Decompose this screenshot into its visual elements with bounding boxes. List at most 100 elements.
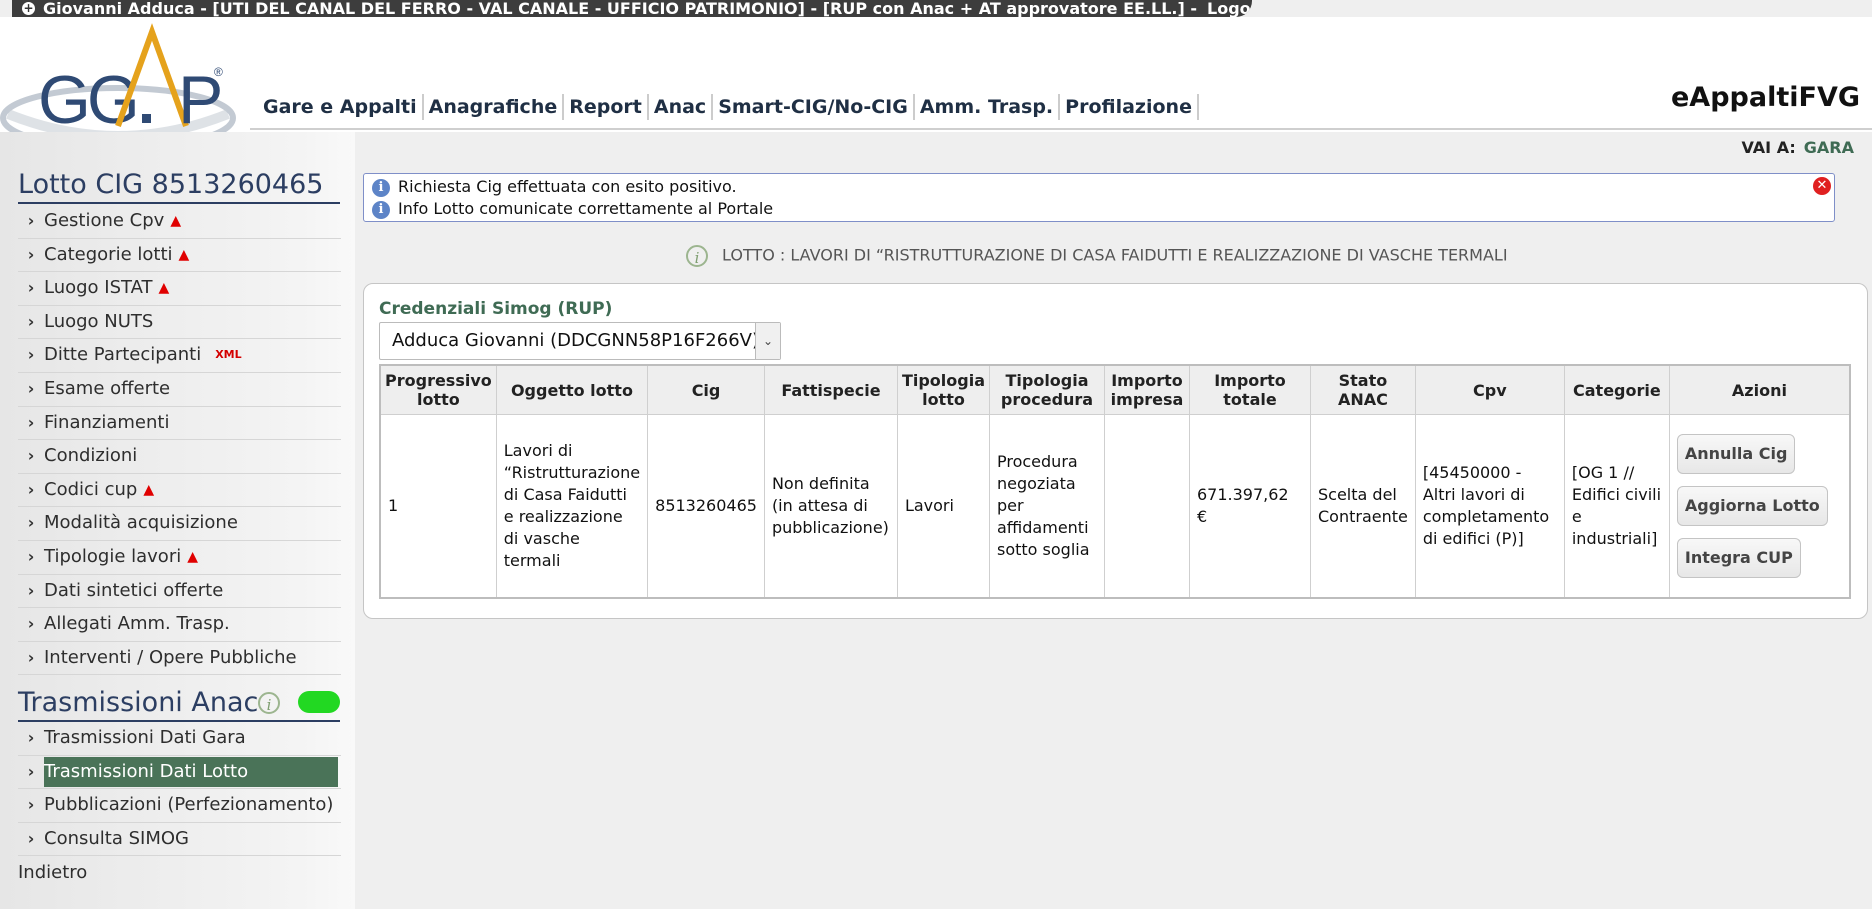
chevron-right-icon: › <box>27 412 35 432</box>
sidebar-item-modalita-acquisizione[interactable]: › Modalità acquisizione <box>18 507 341 541</box>
chevron-right-icon: › <box>27 278 35 298</box>
brand-title: eAppaltiFVG <box>1671 82 1860 113</box>
aggiorna-lotto-button[interactable]: Aggiorna Lotto <box>1676 486 1828 526</box>
warning-icon: ▲ <box>143 481 155 498</box>
lotto-title-text: LOTTO : LAVORI DI “RISTRUTTURAZIONE DI C… <box>722 245 1508 265</box>
message-row: i Richiesta Cig effettuata con esito posi… <box>372 176 737 198</box>
sidebar-item-codici-cup[interactable]: › Codici cup ▲ <box>18 474 341 508</box>
user-info: Giovanni Adduca - [UTI DEL CANAL DEL FER… <box>43 0 1198 17</box>
col-header-azioni: Azioni <box>1668 364 1851 415</box>
col-header-progressivo: Progressivo lotto <box>379 364 497 415</box>
credenziali-select[interactable]: Adduca Giovanni (DDCGNN58P16F266V) ⌄ <box>379 322 781 360</box>
col-header-tipologia-procedura: Tipologia procedura <box>989 364 1105 415</box>
sidebar-item-ditte-partecipanti[interactable]: › Ditte Partecipanti XML <box>18 339 341 373</box>
chevron-right-icon: › <box>27 345 35 365</box>
cell-stato-anac: Scelta del Contraente <box>1310 414 1416 599</box>
warning-icon: ▲ <box>187 548 198 565</box>
back-link[interactable]: Indietro <box>18 862 87 883</box>
sidebar-item-consulta-simog[interactable]: › Consulta SIMOG <box>18 823 341 857</box>
chevron-right-icon: › <box>27 311 35 331</box>
chevron-right-icon: › <box>27 446 35 466</box>
sidebar-section-title-trasmissioni: Trasmissioni Anac <box>18 686 340 722</box>
vai-a: VAI A: GARA <box>1742 138 1855 157</box>
col-header-cig: Cig <box>647 364 765 415</box>
sidebar-item-luogo-nuts[interactable]: › Luogo NUTS <box>18 306 341 340</box>
sidebar-item-luogo-istat[interactable]: › Luogo ISTAT ▲ <box>18 272 341 306</box>
col-header-tipologia-lotto: Tipologia lotto <box>896 364 991 415</box>
nav-anac[interactable]: Anac <box>649 94 714 120</box>
info-icon: i <box>686 245 708 267</box>
chevron-right-icon: › <box>27 211 35 230</box>
sidebar-item-trasmissioni-dati-gara[interactable]: › Trasmissioni Dati Gara <box>18 722 341 756</box>
lotto-title: i LOTTO : LAVORI DI “RISTRUTTURAZIONE DI … <box>686 245 1508 267</box>
vai-a-gara-link[interactable]: GARA <box>1804 138 1854 157</box>
info-icon: i <box>372 200 390 219</box>
sidebar-item-esame-offerte[interactable]: › Esame offerte <box>18 373 341 407</box>
chevron-right-icon: › <box>27 614 35 634</box>
chevron-right-icon: › <box>27 378 35 398</box>
sidebar-item-pubblicazioni[interactable]: › Pubblicazioni (Perfezionamento) <box>18 789 341 823</box>
cell-categorie: [OG 1 // Edifici civili e industriali] <box>1563 414 1670 599</box>
sidebar-item-categorie-lotti[interactable]: › Categorie lotti ▲ <box>18 239 341 273</box>
credenziali-label: Credenziali Simog (RUP) <box>379 299 613 319</box>
integra-cup-button[interactable]: Integra CUP <box>1676 538 1801 578</box>
chevron-down-icon[interactable]: ⌄ <box>755 323 780 359</box>
chevron-right-icon: › <box>27 795 35 815</box>
nav-gare-e-appalti[interactable]: Gare e Appalti <box>258 94 424 120</box>
chevron-right-icon: › <box>27 479 35 499</box>
annulla-cig-button[interactable]: Annulla Cig <box>1676 434 1796 474</box>
chevron-right-icon: › <box>27 546 35 566</box>
warning-icon: ▲ <box>158 280 170 297</box>
cell-progressivo: 1 <box>379 414 497 599</box>
sidebar-item-gestione-cpv[interactable]: › Gestione Cpv ▲ <box>18 205 341 239</box>
sidebar-item-allegati-amm-trasp[interactable]: › Allegati Amm. Trasp. <box>18 608 341 642</box>
status-toggle-green[interactable] <box>298 691 340 713</box>
col-header-importo-totale: Importo totale <box>1189 364 1311 415</box>
nav-smart-cig[interactable]: Smart-CIG/No-CIG <box>713 94 915 120</box>
col-header-categorie: Categorie <box>1563 364 1670 415</box>
sidebar-item-interventi-opere[interactable]: › Interventi / Opere Pubbliche <box>18 642 341 676</box>
col-header-cpv: Cpv <box>1414 364 1565 415</box>
chevron-right-icon: › <box>27 647 35 667</box>
vai-a-label: VAI A: <box>1741 138 1796 157</box>
chevron-right-icon: › <box>27 580 35 600</box>
col-header-oggetto: Oggetto lotto <box>495 364 649 415</box>
sidebar-section-title-lotto: Lotto CIG 8513260465 <box>18 168 340 204</box>
cell-fattispecie: Non definita (in attesa di pubblicazione… <box>763 414 898 599</box>
logo-registered-mark: ® <box>214 65 223 79</box>
logout-link[interactable]: Logout <box>1207 0 1252 17</box>
table-header-row: Progressivo lotto Oggetto lotto Cig Fatt… <box>379 364 1851 415</box>
warning-icon: ▲ <box>178 246 190 263</box>
message-box: i Richiesta Cig effettuata con esito posi… <box>363 173 1835 222</box>
info-icon[interactable]: i <box>258 692 280 714</box>
logo-text-gg: GG <box>38 62 136 138</box>
table-row: 1 Lavori di “Ristrutturazione di Casa Fa… <box>379 414 1851 599</box>
main-nav: Gare e Appalti Anagrafiche Report Anac S… <box>258 94 1199 120</box>
logo-dot <box>142 114 151 123</box>
plus-icon[interactable]: + <box>22 2 35 15</box>
warning-icon: ▲ <box>170 213 182 229</box>
col-header-fattispecie: Fattispecie <box>763 364 898 415</box>
message-row: i Info Lotto comunicate correttamente al … <box>372 198 773 220</box>
nav-report[interactable]: Report <box>564 94 649 120</box>
nav-anagrafiche[interactable]: Anagrafiche <box>424 94 565 120</box>
lotti-table: Progressivo lotto Oggetto lotto Cig Fatt… <box>379 364 1851 599</box>
cell-oggetto: Lavori di “Ristrutturazione di Casa Faid… <box>495 414 649 599</box>
sidebar-item-trasmissioni-dati-lotto[interactable]: › Trasmissioni Dati Lotto <box>18 756 341 790</box>
nav-amm-trasp[interactable]: Amm. Trasp. <box>915 94 1061 120</box>
sidebar-item-tipologie-lavori[interactable]: › Tipologie lavori ▲ <box>18 541 341 575</box>
sidebar-menu-trasmissioni: › Trasmissioni Dati Gara › Trasmissioni Da… <box>18 722 341 857</box>
cell-importo-impresa <box>1104 414 1190 599</box>
nav-profilazione[interactable]: Profilazione <box>1060 94 1199 120</box>
sidebar-item-dati-sintetici-offerte[interactable]: › Dati sintetici offerte <box>18 575 341 609</box>
chevron-right-icon: › <box>27 244 35 264</box>
sidebar-menu-lotto: › Gestione Cpv ▲ › Categorie lotti ▲ › Luogo … <box>18 205 341 676</box>
xml-badge[interactable]: XML <box>215 348 241 361</box>
cell-tipologia-procedura: Procedura negoziata per affidamenti sott… <box>989 414 1105 599</box>
sidebar-item-finanziamenti[interactable]: › Finanziamenti <box>18 407 341 441</box>
info-icon: i <box>372 178 390 197</box>
sidebar-item-condizioni[interactable]: › Condizioni <box>18 440 341 474</box>
cell-cpv: [45450000 - Altri lavori di completament… <box>1414 414 1565 599</box>
close-icon[interactable]: ✕ <box>1813 177 1831 195</box>
trasmissioni-title-text: Trasmissioni Anac <box>18 687 259 718</box>
